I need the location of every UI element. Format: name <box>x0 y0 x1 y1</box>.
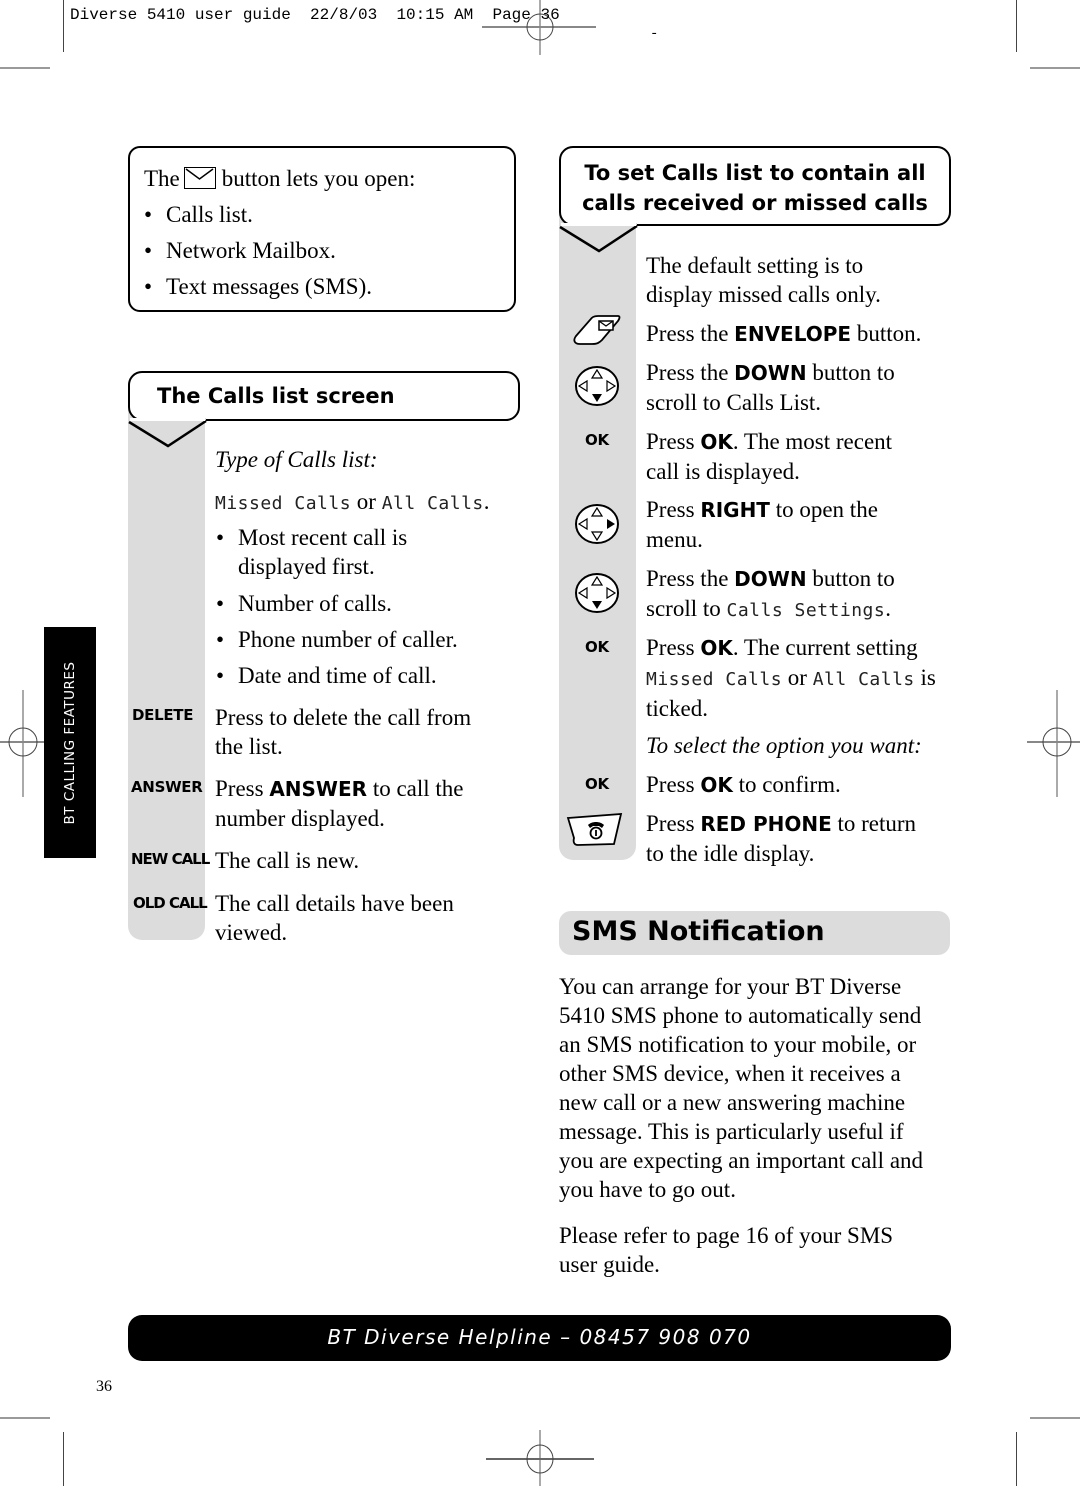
navigation-right-icon <box>575 504 619 544</box>
set-calls-heading: To set Calls list to contain all calls re… <box>559 146 951 226</box>
new-call-label: NEW CALL <box>131 850 210 868</box>
ok-key-label: OK <box>585 775 609 793</box>
red-phone-button-icon <box>566 813 623 846</box>
envelope-info-box: The button lets you open: Calls list. Net… <box>128 146 516 312</box>
registration-mark-bottom <box>486 1430 594 1486</box>
delete-key-label: DELETE <box>132 706 194 724</box>
crop-mark <box>0 1417 50 1419</box>
sms-notification-paragraph: You can arrange for your BT Diverse 5410… <box>559 974 924 1202</box>
step-right: Press RIGHT to open the menu. <box>646 497 878 552</box>
lcd-text-all-calls: All Calls <box>381 493 484 514</box>
step-ok-confirm: Press OK to confirm. <box>646 772 841 797</box>
default-setting-note: The default setting is to display missed … <box>646 253 881 307</box>
calls-list-bullet: Most recent call is displayed first. <box>238 525 408 579</box>
answer-key-label: ANSWER <box>131 778 203 796</box>
crop-mark <box>1030 67 1080 69</box>
navigation-down-icon <box>575 366 619 406</box>
envelope-icon <box>183 167 216 189</box>
envelope-info-item: Network Mailbox. <box>166 238 336 263</box>
crop-mark <box>1016 1432 1017 1486</box>
lcd-text-missed-calls: Missed Calls <box>215 493 352 514</box>
calls-list-title: The Calls list screen <box>157 384 395 408</box>
calls-list-bullet: Date and time of call. <box>238 663 437 688</box>
answer-key-description: Press ANSWER to call the number displayed… <box>215 776 464 831</box>
calls-list-bullet: Phone number of caller. <box>238 627 458 652</box>
crop-mark <box>63 0 64 52</box>
callout-pointer <box>128 418 207 448</box>
select-option-note: To select the option you want: <box>646 733 922 758</box>
old-call-label: OLD CALL <box>133 894 208 912</box>
delete-key-description: Press to delete the call from the list. <box>215 705 472 759</box>
calls-list-type-label: Type of Calls list: <box>215 447 378 472</box>
ok-key-label: OK <box>585 431 609 449</box>
new-call-description: The call is new. <box>215 848 360 873</box>
lcd-text-missed-calls: Missed Calls <box>646 669 783 690</box>
envelope-button-icon <box>573 315 621 345</box>
calls-list-heading: The Calls list screen <box>128 371 520 421</box>
crop-mark <box>0 67 50 69</box>
section-side-tab: BT CALLING FEATURES <box>44 627 96 858</box>
print-slug-dash: - <box>650 26 659 42</box>
navigation-down-icon <box>575 573 619 613</box>
calls-list-bullet: Number of calls. <box>238 591 392 616</box>
registration-mark-right <box>1027 690 1080 797</box>
callout-pointer <box>559 223 638 253</box>
print-slug: Diverse 5410 user guide 22/8/03 10:15 AM… <box>70 6 560 24</box>
set-calls-title: To set Calls list to contain all calls re… <box>582 161 928 215</box>
step-red-phone: Press RED PHONE to return to the idle dis… <box>646 811 917 866</box>
envelope-info-item: Calls list. <box>166 202 253 227</box>
envelope-info-line: The button lets you open: <box>144 166 416 191</box>
step-ok-current: Press OK. The current setting Missed Call… <box>646 635 936 721</box>
sms-reference-paragraph: Please refer to page 16 of your SMS user… <box>559 1223 894 1277</box>
crop-mark <box>1016 0 1017 52</box>
lcd-text-calls-settings: Calls Settings <box>726 600 886 621</box>
step-down-settings: Press the DOWN button to scroll to Calls … <box>646 566 895 621</box>
crop-mark <box>1030 1417 1080 1419</box>
step-envelope: Press the ENVELOPE button. <box>646 321 922 346</box>
calls-list-type-options: Missed Calls or All Calls. <box>215 489 490 514</box>
helpline-banner: BT Diverse Helpline – 08457 908 070 <box>128 1315 951 1361</box>
step-ok: Press OK. The most recent call is display… <box>646 429 893 484</box>
crop-mark <box>63 1432 64 1486</box>
lcd-text-all-calls: All Calls <box>812 669 915 690</box>
page-number: 36 <box>96 1378 112 1395</box>
sms-notification-heading: SMS Notification <box>559 911 950 955</box>
step-down: Press the DOWN button to scroll to Calls … <box>646 360 895 415</box>
old-call-description: The call details have been viewed. <box>215 891 454 945</box>
ok-key-label: OK <box>585 638 609 656</box>
envelope-info-item: Text messages (SMS). <box>166 274 373 299</box>
